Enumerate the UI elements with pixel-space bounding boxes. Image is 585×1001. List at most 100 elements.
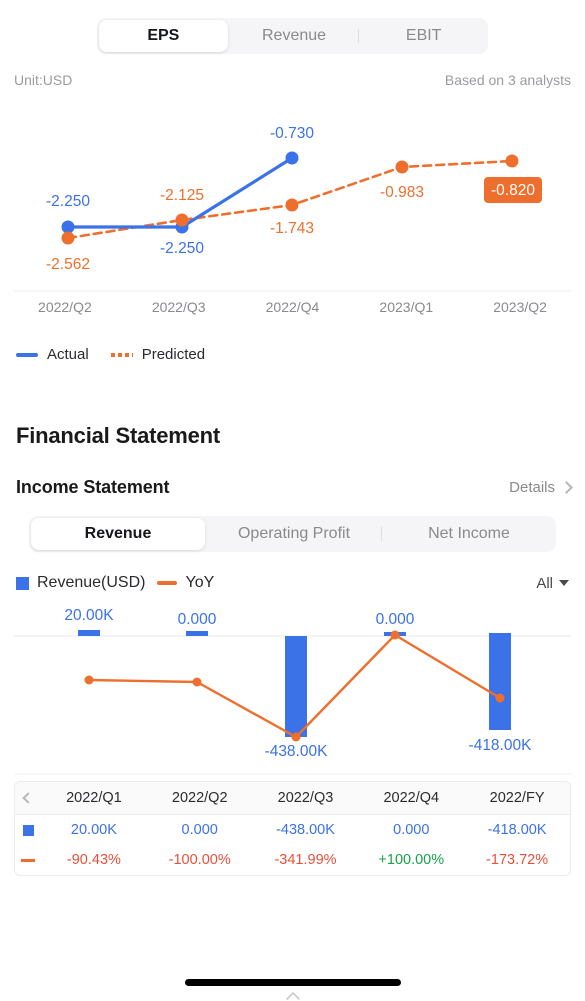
eps-highlight-value: -0.820 [491, 182, 535, 199]
table-cell: 0.000 [393, 822, 430, 838]
eps-tab-bar: EPS Revenue EBIT [0, 0, 585, 54]
row-marker [15, 824, 41, 836]
chevron-right-icon [560, 481, 573, 494]
revenue-bar [285, 636, 307, 737]
table-cell: 20.00K [70, 822, 117, 838]
table-header-cell: 2022/FY [489, 790, 545, 806]
eps-chart: -0.820 -2.250 -2.250 -0.730 -2.562 -2.12… [0, 105, 585, 320]
eps-x-tick: 2022/Q3 [151, 299, 206, 315]
eps-chart-svg: -0.820 -2.250 -2.250 -0.730 -2.562 -2.12… [14, 125, 571, 292]
eps-predicted-label: -0.983 [380, 184, 424, 201]
table-cell: -173.72% [486, 852, 549, 868]
revenue-legend-items: Revenue(USD) YoY [16, 574, 214, 592]
eps-predicted-label: -2.562 [46, 256, 90, 273]
tab-revenue-is[interactable]: Revenue [31, 518, 205, 550]
eps-predicted-point [285, 198, 299, 212]
eps-predicted-point [395, 160, 409, 174]
legend-yoy-label: YoY [185, 574, 215, 591]
table-header-cell: 2022/Q4 [383, 790, 440, 806]
square-marker-icon [22, 824, 34, 836]
revenue-bar-label: 0.000 [178, 611, 217, 628]
home-indicator [184, 979, 401, 986]
details-link[interactable]: Details [509, 479, 573, 496]
unit-label: Unit:USD [14, 72, 73, 88]
income-statement-label: Income Statement [16, 477, 170, 497]
analysts-label: Based on 3 analysts [444, 72, 571, 88]
eps-actual-label: -2.250 [160, 240, 204, 257]
eps-x-tick: 2022/Q4 [265, 299, 320, 315]
revenue-bar-label: 0.000 [376, 611, 415, 628]
yoy-point [84, 675, 94, 685]
dashed-line-icon [110, 352, 133, 357]
eps-predicted-point [61, 231, 75, 245]
line-marker-icon [21, 858, 35, 862]
yoy-point [291, 732, 301, 742]
chevron-down-icon [559, 580, 569, 586]
table-cell: -100.00% [168, 852, 231, 868]
revenue-bar-label: -438.00K [265, 743, 329, 760]
scroll-up-caret-icon[interactable] [285, 991, 301, 1001]
legend-actual-label: Actual [47, 346, 89, 363]
legend-actual[interactable]: Actual [16, 346, 89, 363]
income-statement-tab-bar: Revenue Operating Profit Net Income [0, 498, 585, 552]
financial-statement-title: Financial Statement [16, 423, 221, 448]
eps-predicted-point [505, 154, 519, 168]
range-selector-label: All [536, 574, 553, 592]
legend-predicted[interactable]: Predicted [110, 346, 206, 363]
income-statement-segmented-control: Revenue Operating Profit Net Income [29, 516, 556, 552]
eps-actual-label: -0.730 [270, 125, 314, 142]
table-header-cell: 2022/Q3 [277, 790, 334, 806]
eps-x-tick: 2023/Q2 [493, 299, 547, 315]
legend-yoy[interactable]: YoY [157, 574, 214, 592]
eps-segmented-control: EPS Revenue EBIT [97, 18, 488, 54]
table-cell: 0.000 [181, 822, 218, 838]
table-row: -90.43% -100.00% -341.99% +100.00% -173.… [15, 845, 570, 875]
tab-ebit[interactable]: EBIT [359, 18, 488, 54]
eps-meta-row: Unit:USD Based on 3 analysts [0, 54, 585, 88]
table-header-row: 2022/Q1 2022/Q2 2022/Q3 2022/Q4 2022/FY [15, 782, 570, 815]
details-label: Details [509, 479, 555, 496]
square-marker-icon [16, 576, 29, 590]
revenue-bar-chart: 20.00K 0.000 -438.00K 0.000 -418.00K [0, 600, 585, 775]
eps-legend: Actual Predicted [0, 320, 585, 363]
row-marker [15, 858, 41, 862]
revenue-bar [489, 633, 511, 730]
income-statement-header: Income Statement Details [0, 449, 585, 498]
table-cell: -438.00K [276, 822, 335, 838]
table-cell: -418.00K [487, 822, 547, 838]
legend-predicted-label: Predicted [141, 346, 206, 363]
yoy-point [390, 630, 400, 640]
line-marker-icon [157, 581, 178, 585]
tab-operating-profit[interactable]: Operating Profit [207, 516, 381, 552]
eps-predicted-label: -2.125 [160, 187, 204, 204]
yoy-point [495, 693, 505, 703]
solid-line-icon [16, 352, 38, 357]
revenue-bar-label: 20.00K [64, 607, 114, 624]
revenue-legend-row: Revenue(USD) YoY All [0, 552, 585, 592]
legend-revenue-label: Revenue(USD) [37, 574, 146, 591]
revenue-chart-svg: 20.00K 0.000 -438.00K 0.000 -418.00K [14, 607, 571, 775]
eps-actual-label: -2.250 [46, 193, 90, 210]
range-selector[interactable]: All [536, 575, 569, 592]
table-header-cell: 2022/Q2 [171, 790, 228, 806]
eps-actual-point [285, 151, 299, 165]
table-row: 20.00K 0.000 -438.00K 0.000 -418.00K [15, 815, 570, 845]
tab-eps[interactable]: EPS [99, 20, 228, 52]
table-cell: -90.43% [66, 852, 121, 868]
revenue-bar [186, 631, 208, 636]
eps-x-axis: 2022/Q2 2022/Q3 2022/Q4 2023/Q1 2023/Q2 [0, 299, 585, 315]
table-cell: +100.00% [378, 852, 445, 868]
table-cell: -341.99% [274, 852, 337, 868]
legend-revenue[interactable]: Revenue(USD) [16, 574, 145, 592]
table-header-cell: 2022/Q1 [66, 790, 122, 806]
tab-net-income[interactable]: Net Income [382, 516, 556, 552]
chevron-left-icon [22, 792, 34, 804]
revenue-table: 2022/Q1 2022/Q2 2022/Q3 2022/Q4 2022/FY … [14, 781, 571, 876]
eps-predicted-point [175, 213, 189, 227]
eps-x-tick: 2022/Q2 [38, 299, 92, 315]
eps-predicted-label: -1.743 [270, 220, 314, 237]
yoy-point [192, 677, 202, 687]
prev-period-button[interactable] [15, 792, 41, 804]
revenue-bar-label: -418.00K [469, 737, 533, 754]
tab-revenue[interactable]: Revenue [230, 18, 359, 54]
